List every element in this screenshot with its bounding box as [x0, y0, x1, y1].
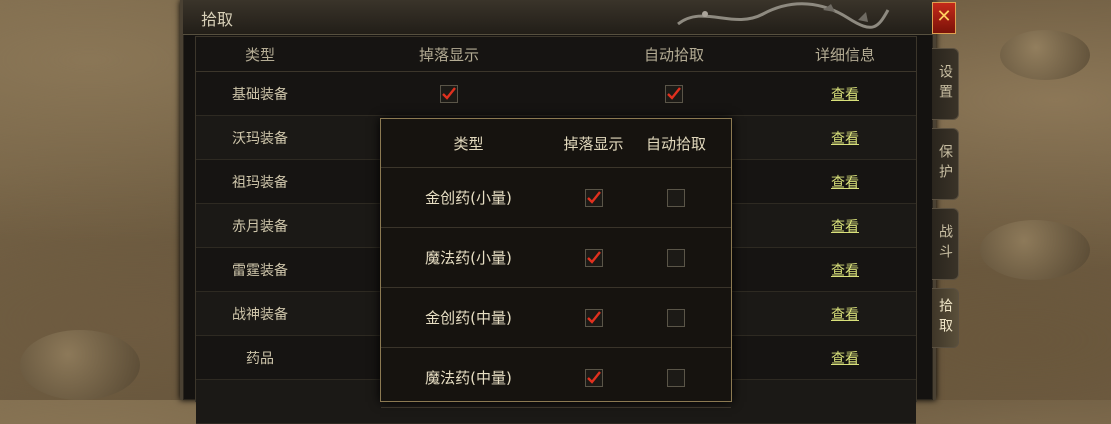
- view-detail-link[interactable]: 查看: [831, 304, 859, 324]
- table-header: 类型 掉落显示 自动拾取 详细信息: [196, 37, 916, 72]
- checkmark-icon: [586, 190, 601, 204]
- row-detail-cell: 查看: [774, 160, 916, 203]
- popup-drop-display-checkbox[interactable]: [584, 248, 603, 267]
- row-detail-cell: [774, 380, 916, 423]
- row-type: 赤月装备: [232, 218, 288, 235]
- popup-drop-cell: [556, 228, 631, 287]
- header-drop-display: 掉落显示: [418, 45, 479, 64]
- popup-item-name: 金创药(小量): [425, 189, 512, 207]
- popup-row: 金创药(中量): [381, 288, 731, 348]
- popup-auto-pickup-checkbox[interactable]: [667, 368, 685, 387]
- view-detail-link[interactable]: 查看: [831, 128, 859, 148]
- side-tab[interactable]: 拾取: [932, 288, 959, 348]
- popup-auto-cell: [631, 228, 721, 287]
- row-type: 雷霆装备: [232, 262, 288, 279]
- header-type: 类型: [244, 45, 275, 64]
- row-drop-cell: [324, 72, 574, 115]
- checkmark-icon: [667, 86, 681, 100]
- view-detail-link[interactable]: 查看: [831, 216, 859, 236]
- row-auto-cell: [574, 72, 774, 115]
- popup-auto-cell: [631, 288, 721, 347]
- popup-drop-cell: [556, 348, 631, 407]
- view-detail-link[interactable]: 查看: [831, 172, 859, 192]
- popup-drop-cell: [556, 288, 631, 347]
- background-rock: [980, 220, 1090, 280]
- checkmark-icon: [586, 310, 601, 324]
- row-type: 沃玛装备: [232, 130, 288, 147]
- background-rock: [20, 330, 140, 400]
- popup-auto-pickup-checkbox[interactable]: [667, 188, 685, 207]
- side-tabs: 设置 保护 战斗 拾取: [932, 48, 960, 356]
- row-type: 基础装备: [232, 86, 288, 103]
- popup-row: 金创药(小量): [381, 168, 731, 228]
- checkmark-icon: [586, 250, 601, 264]
- row-detail-cell: 查看: [774, 248, 916, 291]
- row-type: [196, 380, 324, 423]
- popup-item-name: 魔法药(中量): [425, 369, 512, 387]
- row-detail-cell: 查看: [774, 72, 916, 115]
- row-type: 战神装备: [232, 306, 288, 323]
- popup-header-auto-pickup: 自动拾取: [645, 134, 706, 153]
- view-detail-link[interactable]: 查看: [831, 84, 859, 104]
- table-row: 基础装备 查看: [196, 72, 916, 116]
- popup-item-name: 魔法药(小量): [425, 249, 512, 267]
- popup-auto-cell: [631, 168, 721, 227]
- popup-row: 魔法药(小量): [381, 228, 731, 288]
- row-detail-cell: 查看: [774, 292, 916, 335]
- row-detail-cell: 查看: [774, 336, 916, 379]
- potion-pickup-popup: 类型 掉落显示 自动拾取 金创药(小量) 魔法药(小量) 金创药(中量) 魔法药(中量…: [380, 118, 732, 408]
- row-type: 药品: [246, 350, 274, 367]
- popup-row: 魔法药(中量): [381, 348, 731, 408]
- popup-drop-display-checkbox[interactable]: [584, 308, 603, 327]
- header-detail: 详细信息: [814, 45, 875, 64]
- popup-header-type: 类型: [453, 134, 484, 153]
- popup-drop-cell: [556, 168, 631, 227]
- auto-pickup-checkbox[interactable]: [665, 84, 683, 103]
- popup-header-drop-display: 掉落显示: [563, 134, 624, 153]
- window-titlebar[interactable]: 拾取: [183, 0, 933, 35]
- popup-drop-display-checkbox[interactable]: [584, 368, 603, 387]
- window-title: 拾取: [201, 10, 234, 29]
- side-tab[interactable]: 设置: [932, 48, 959, 120]
- popup-drop-display-checkbox[interactable]: [584, 188, 603, 207]
- checkmark-icon: [442, 86, 456, 100]
- header-auto-pickup: 自动拾取: [643, 45, 704, 64]
- popup-auto-cell: [631, 348, 721, 407]
- popup-auto-pickup-checkbox[interactable]: [667, 308, 685, 327]
- popup-item-name: 金创药(中量): [425, 309, 512, 327]
- drop-display-checkbox[interactable]: [440, 84, 458, 103]
- row-type: 祖玛装备: [232, 174, 288, 191]
- close-button[interactable]: ✕: [932, 2, 956, 34]
- popup-auto-pickup-checkbox[interactable]: [667, 248, 685, 267]
- view-detail-link[interactable]: 查看: [831, 260, 859, 280]
- side-tab[interactable]: 保护: [932, 128, 959, 200]
- popup-header: 类型 掉落显示 自动拾取: [381, 119, 731, 168]
- view-detail-link[interactable]: 查看: [831, 348, 859, 368]
- checkmark-icon: [586, 370, 601, 384]
- row-detail-cell: 查看: [774, 116, 916, 159]
- side-tab[interactable]: 战斗: [932, 208, 959, 280]
- dragon-ornament-icon: [677, 2, 890, 29]
- row-detail-cell: 查看: [774, 204, 916, 247]
- background-rock: [1000, 30, 1090, 80]
